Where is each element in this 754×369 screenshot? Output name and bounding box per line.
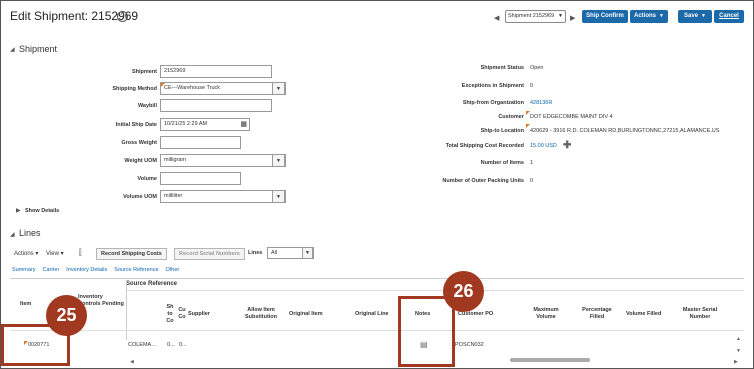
column-customer-po: Customer PO — [458, 311, 494, 317]
lines-tabs: Summary Carrier Inventory Details Source… — [12, 266, 184, 273]
column-master-serial: Master Serial Number — [682, 307, 718, 320]
collapse-triangle-icon[interactable]: ◢ — [10, 231, 15, 238]
customer-label: Customer — [498, 114, 524, 120]
shipment-status-value: Open — [530, 65, 544, 71]
number-of-items-label: Number of Items — [480, 160, 524, 166]
column-ship-to: Sh to Co — [166, 304, 174, 324]
lines-view-menu[interactable]: View ▾ — [46, 250, 64, 257]
chevron-down-icon: ▼ — [272, 190, 285, 203]
cu-cell: 0... — [179, 342, 187, 348]
exceptions-value: 0 — [530, 83, 534, 89]
tab-summary[interactable]: Summary — [12, 267, 36, 273]
ship-from-link[interactable]: 428136R — [530, 100, 552, 106]
initial-ship-date-field[interactable]: 10/21/25 2:29 AM ▦ — [160, 118, 250, 131]
scroll-down-icon[interactable]: ▼ — [736, 348, 741, 354]
notes-highlight-box — [398, 296, 455, 367]
shipping-cost-label: Total Shipping Cost Recorded — [445, 143, 524, 149]
chevron-down-icon: ▼ — [272, 82, 285, 95]
tab-inventory-details[interactable]: Inventory Details — [66, 267, 107, 273]
callout-badge-26: 26 — [443, 271, 484, 312]
shipping-cost-link[interactable]: 15.00 USD — [530, 143, 557, 149]
freeze-icon[interactable]: ⫿ — [79, 248, 82, 258]
column-supplier: Supplier — [188, 311, 211, 317]
customer-po-cell: POSCN032 — [455, 342, 484, 348]
lines-filter-select[interactable]: All ▼ — [267, 247, 314, 259]
header-row-divider — [10, 330, 744, 331]
shipping-method-label: Shipping Method — [112, 86, 157, 92]
customer-value: DOT EDGECOMBE MAINT DIV 4 — [530, 114, 613, 120]
ship-from-label: Ship-from Organization — [462, 100, 524, 106]
shipment-section-title: Shipment — [19, 44, 58, 54]
scroll-up-icon[interactable]: ▲ — [736, 336, 741, 342]
lines-section-title: Lines — [19, 228, 41, 238]
column-divider — [126, 280, 127, 340]
expand-triangle-icon[interactable]: ▶ — [16, 207, 21, 214]
volume-field[interactable] — [160, 172, 241, 185]
volume-label: Volume — [137, 176, 157, 182]
column-volume-filled: Volume Filled — [626, 311, 662, 317]
number-of-items-value: 1 — [530, 160, 534, 166]
chevron-down-icon: ▼ — [558, 13, 563, 19]
chevron-down-icon: ▼ — [659, 13, 664, 19]
gross-weight-field[interactable] — [160, 136, 241, 149]
scroll-left-icon[interactable]: ◀ — [130, 359, 134, 365]
cancel-button[interactable]: Cancel — [714, 10, 744, 23]
column-maximum-volume: Maximum Volume — [533, 307, 559, 320]
shipment-label: Shipment — [131, 69, 157, 75]
outer-packing-label: Number of Outer Packing Units — [442, 178, 524, 184]
required-flag-icon — [161, 83, 165, 87]
callout-badge-25: 25 — [46, 295, 87, 336]
column-percentage-filled: Percentage Filled — [582, 307, 612, 320]
outer-packing-value: 0 — [530, 178, 534, 184]
tab-carrier[interactable]: Carrier — [42, 267, 59, 273]
gross-weight-label: Gross Weight — [121, 140, 157, 146]
scroll-right-icon[interactable]: ▶ — [734, 359, 738, 365]
record-shipping-costs-button[interactable]: Record Shipping Costs — [96, 248, 167, 260]
ship-confirm-button[interactable]: Ship Confirm — [582, 10, 628, 23]
actions-menu-button[interactable]: Actions ▼ — [630, 10, 668, 23]
add-cost-icon[interactable]: ✚ — [563, 140, 571, 151]
weight-uom-label: Weight UOM — [124, 158, 157, 164]
group-header-divider — [126, 290, 744, 291]
show-details-link[interactable]: Show Details — [25, 208, 59, 214]
lines-actions-menu[interactable]: Actions ▾ — [14, 250, 38, 257]
source-reference-cell: COLEMA... — [128, 342, 156, 348]
column-allow-substitution: Allow Item Substitution — [244, 307, 278, 320]
record-serial-numbers-button[interactable]: Record Serial Numbers — [174, 248, 245, 260]
tab-source-reference[interactable]: Source Reference — [114, 267, 158, 273]
chevron-down-icon: ▼ — [701, 13, 706, 19]
shipment-status-label: Shipment Status — [480, 65, 524, 71]
previous-arrow-icon[interactable]: ◀ — [494, 14, 499, 22]
collapse-triangle-icon[interactable]: ◢ — [10, 46, 15, 53]
column-original-line: Original Line — [355, 311, 389, 317]
next-arrow-icon[interactable]: ▶ — [570, 14, 575, 22]
calendar-icon[interactable]: ▦ — [240, 119, 247, 130]
chevron-down-icon: ▼ — [302, 247, 313, 259]
column-cu: Cu Co — [178, 307, 186, 320]
weight-uom-select[interactable]: milligram ▼ — [160, 154, 286, 167]
save-button[interactable]: Save ▼ — [678, 10, 712, 23]
volume-uom-select[interactable]: milliliter ▼ — [160, 190, 286, 203]
column-item: Item — [20, 301, 32, 307]
tab-other[interactable]: Other — [165, 267, 179, 273]
exceptions-label: Exceptions in Shipment — [461, 83, 524, 89]
lines-filter-label: Lines — [248, 250, 263, 256]
ship-to-value: 420629 - 3916 R.D. COLEMAN RD,BURLINGTON… — [530, 128, 720, 134]
ship-to-label: Ship-to Location — [480, 128, 524, 134]
volume-uom-label: Volume UOM — [123, 194, 157, 200]
initial-ship-date-label: Initial Ship Date — [115, 122, 157, 128]
shipping-method-select[interactable]: CE---Warehouse Truck ▼ — [160, 82, 286, 95]
source-reference-group-header: Source Reference — [126, 281, 178, 287]
chevron-down-icon: ▼ — [272, 154, 285, 167]
table-top-border — [10, 278, 744, 279]
shipment-selector[interactable]: Shipment 2152969 ▼ — [505, 10, 566, 23]
shipment-field[interactable]: 2152969 — [160, 65, 272, 78]
ship-to-cell: 0... — [167, 342, 175, 348]
horizontal-scrollbar-thumb[interactable] — [510, 358, 590, 362]
waybill-field[interactable] — [160, 99, 272, 112]
help-icon[interactable]: ? — [117, 11, 128, 22]
column-original-item: Original Item — [289, 311, 323, 317]
waybill-label: Waybill — [137, 103, 157, 109]
